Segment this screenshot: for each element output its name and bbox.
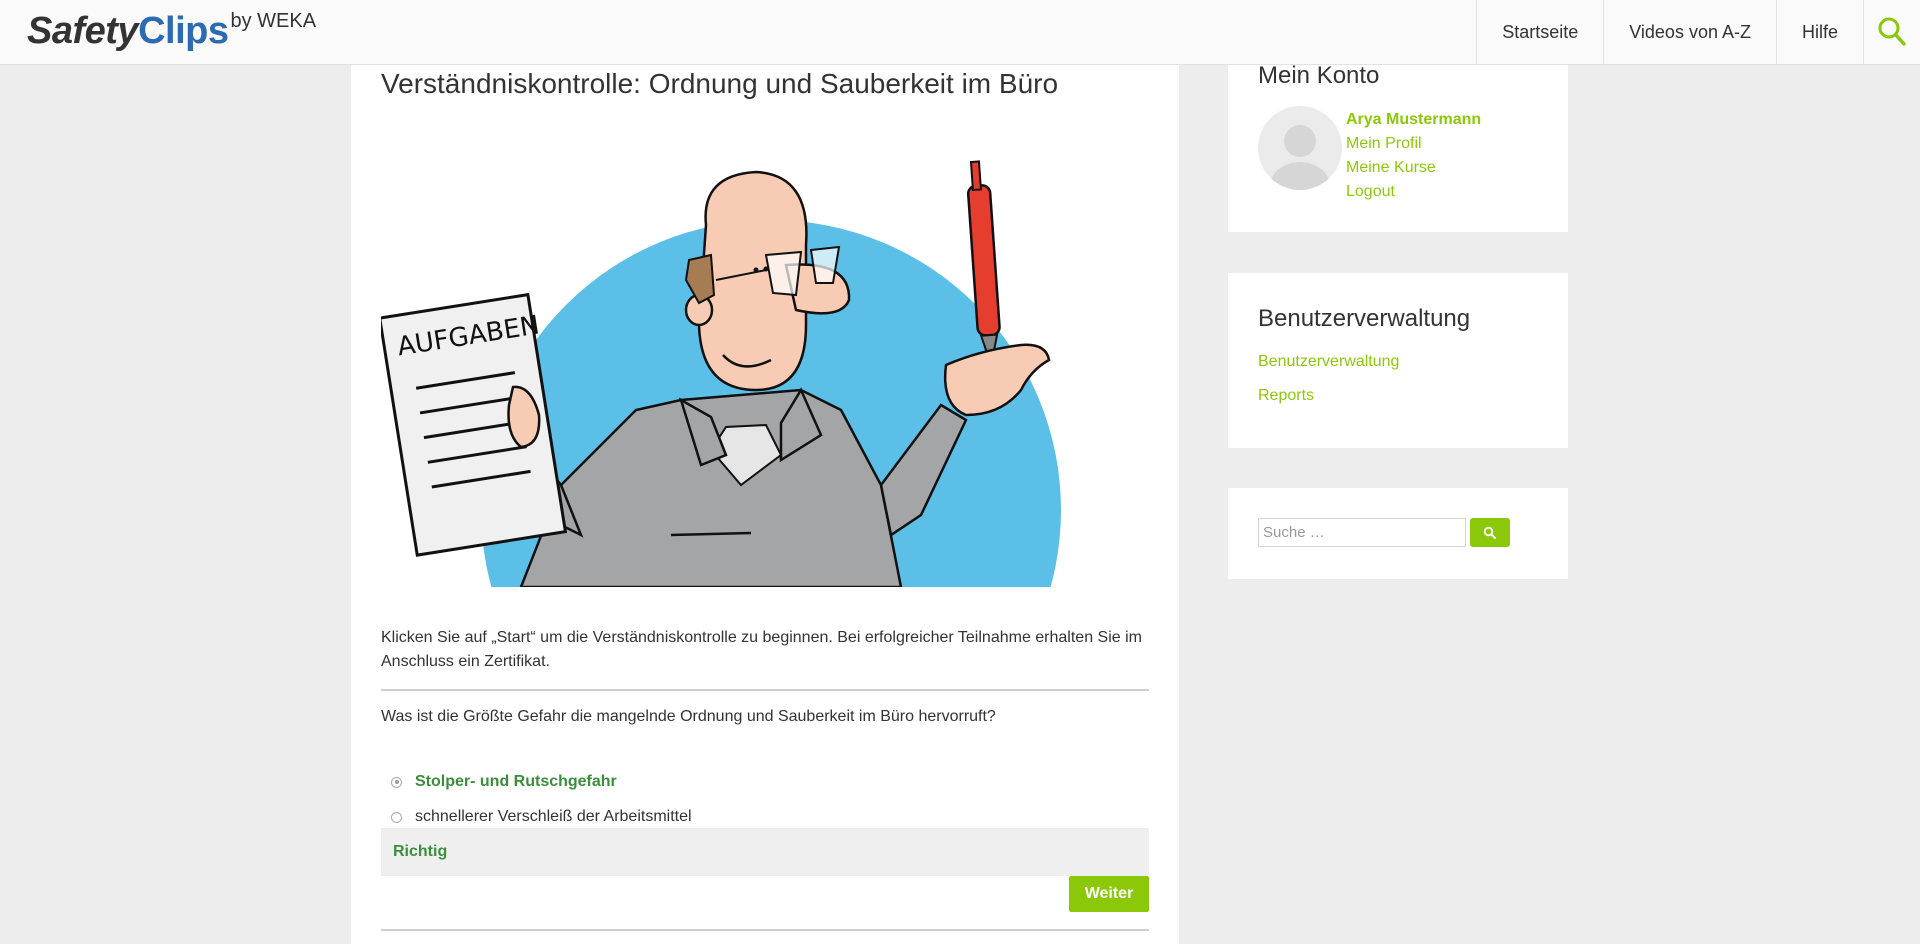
widget-search	[1228, 488, 1568, 579]
radio-button-selected[interactable]	[391, 776, 402, 788]
answer-feedback: Richtig	[381, 828, 1149, 876]
my-courses-link[interactable]: Meine Kurse	[1346, 159, 1436, 177]
divider	[381, 689, 1149, 691]
search-input[interactable]	[1258, 518, 1466, 547]
account-username-link[interactable]: Arya Mustermann	[1346, 111, 1481, 129]
answer-option[interactable]: schnellerer Verschleiß der Arbeitsmittel	[391, 806, 692, 828]
page-title: Verständniskontrolle: Ordnung und Sauber…	[381, 68, 1059, 99]
answer-option-correct[interactable]: Stolper- und Rutschgefahr	[391, 771, 617, 793]
logout-link[interactable]: Logout	[1346, 183, 1395, 201]
logo-by-text: by WEKA	[230, 10, 317, 32]
user-placeholder-icon	[1270, 125, 1330, 190]
search-icon	[1483, 526, 1496, 539]
site-logo[interactable]: SafetyClips by WEKA	[27, 10, 316, 53]
search-icon	[1878, 17, 1906, 46]
quiz-intro-text: Klicken Sie auf „Start“ um die Verständn…	[381, 629, 1142, 670]
widget-title: Mein Konto	[1258, 62, 1380, 89]
search-submit-button[interactable]	[1470, 518, 1510, 547]
nav-hilfe[interactable]: Hilfe	[1775, 0, 1863, 64]
quiz-illustration: AUFGABEN	[381, 160, 1061, 587]
widget-user-management: Benutzerverwaltung Benutzerverwaltung Re…	[1228, 273, 1568, 448]
nav-videos-a-z[interactable]: Videos von A-Z	[1603, 0, 1776, 64]
user-management-link[interactable]: Benutzerverwaltung	[1258, 353, 1399, 371]
main-nav: Startseite Videos von A-Z Hilfe	[1476, 0, 1920, 64]
widget-title: Benutzerverwaltung	[1258, 305, 1471, 332]
answer-label: schnellerer Verschleiß der Arbeitsmittel	[415, 808, 692, 825]
next-button[interactable]: Weiter	[1069, 876, 1149, 912]
nav-startseite[interactable]: Startseite	[1476, 0, 1603, 64]
quiz-question: Was ist die Größte Gefahr die mangelnde …	[381, 708, 996, 725]
quiz-content: Verständniskontrolle: Ordnung und Sauber…	[351, 30, 1179, 944]
my-profile-link[interactable]: Mein Profil	[1346, 135, 1422, 153]
radio-button[interactable]	[391, 811, 402, 823]
reports-link[interactable]: Reports	[1258, 387, 1314, 405]
header-search-button[interactable]	[1863, 0, 1920, 64]
logo-clips-text: Clips	[138, 10, 229, 52]
divider	[381, 929, 1149, 931]
site-header: SafetyClips by WEKA Startseite Videos von…	[0, 0, 1920, 65]
answer-label: Stolper- und Rutschgefahr	[415, 773, 617, 790]
logo-safety-text: Safety	[27, 10, 139, 52]
avatar	[1258, 106, 1342, 190]
